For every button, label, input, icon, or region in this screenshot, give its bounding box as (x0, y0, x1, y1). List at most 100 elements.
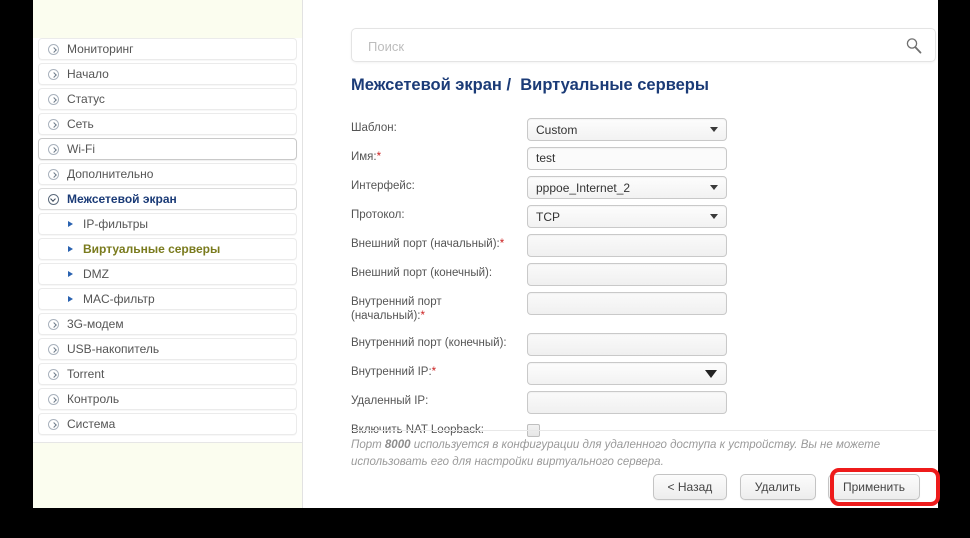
back-button[interactable]: < Назад (653, 474, 728, 500)
label-text: Интерфейс: (351, 180, 415, 192)
sidebar-item-label: Мониторинг (67, 39, 134, 60)
control-protocol: TCP (527, 205, 727, 228)
label-internal-ip: Внутренний IP:* (351, 365, 521, 379)
circle-chevron-down-icon (48, 194, 59, 205)
control-remote-ip (527, 391, 727, 414)
sidebar-item-6[interactable]: Межсетевой экран (38, 188, 297, 210)
sidebar-item-label: Дополнительно (67, 164, 153, 185)
required-marker: * (500, 238, 504, 250)
search-input[interactable] (366, 29, 890, 63)
sidebar-item-5[interactable]: Дополнительно (38, 163, 297, 185)
control-internal-port-end (527, 333, 727, 356)
select-internal-ip[interactable] (527, 362, 727, 385)
circle-chevron-right-icon (48, 344, 59, 355)
input-name[interactable] (527, 147, 727, 170)
form-row-protocol: Протокол: TCP (351, 205, 911, 227)
sidebar-item-label: MAC-фильтр (83, 289, 155, 310)
form-row-external-port-start: Внешний порт (начальный):* (351, 234, 911, 256)
label-protocol: Протокол: (351, 208, 521, 222)
form-row-internal-port-end: Внутренний порт (конечный): (351, 333, 911, 355)
port-note: Порт 8000 используется в конфигурации дл… (351, 437, 921, 471)
apply-button[interactable]: Применить (828, 474, 920, 500)
label-text: Шаблон: (351, 122, 397, 134)
input-internal-port-end[interactable] (527, 333, 727, 356)
control-external-port-end (527, 263, 727, 286)
label-external-port-start: Внешний порт (начальный):* (351, 237, 521, 251)
sidebar-item-label: Система (67, 414, 115, 435)
sidebar-item-label: DMZ (83, 264, 109, 285)
sidebar-item-7[interactable]: IP-фильтры (38, 213, 297, 235)
control-internal-ip (527, 362, 727, 385)
footer-divider (351, 430, 936, 431)
circle-chevron-right-icon (48, 119, 59, 130)
sidebar: Мониторинг Начало Статус Сеть Wi-Fi Дополните… (33, 0, 303, 508)
sidebar-item-15[interactable]: Система (38, 413, 297, 435)
circle-chevron-right-icon (48, 94, 59, 105)
label-external-port-end: Внешний порт (конечный): (351, 266, 521, 280)
virtual-server-form: Шаблон:CustomИмя:*Интерфейс:pppoe_Intern… (351, 118, 911, 449)
select-template[interactable]: Custom (527, 118, 727, 141)
sidebar-item-2[interactable]: Статус (38, 88, 297, 110)
control-external-port-start (527, 234, 727, 257)
form-buttons: < Назад Удалить Применить (645, 474, 920, 500)
sidebar-item-label: 3G-модем (67, 314, 124, 335)
note-part1: Порт (351, 439, 385, 451)
sidebar-item-1[interactable]: Начало (38, 63, 297, 85)
sidebar-item-11[interactable]: 3G-модем (38, 313, 297, 335)
label-text: Внутренний порт (конечный): (351, 337, 507, 349)
router-admin-page: Мониторинг Начало Статус Сеть Wi-Fi Дополните… (33, 0, 938, 508)
sidebar-item-label: USB-накопитель (67, 339, 159, 360)
delete-button[interactable]: Удалить (740, 474, 816, 500)
label-internal-port-start: Внутренний порт (начальный):* (351, 295, 481, 323)
sidebar-item-3[interactable]: Сеть (38, 113, 297, 135)
page-title-section: Межсетевой экран (351, 76, 502, 94)
search-icon[interactable] (905, 37, 923, 55)
sidebar-item-label: Межсетевой экран (67, 189, 177, 210)
label-name: Имя:* (351, 150, 521, 164)
sidebar-item-label: Статус (67, 89, 105, 110)
select-wrapper-internal-ip (527, 362, 727, 385)
label-remote-ip: Удаленный IP: (351, 394, 521, 408)
arrow-right-icon (68, 296, 73, 302)
sidebar-item-label: Torrent (67, 364, 104, 385)
search-box[interactable] (351, 28, 936, 62)
form-row-remote-ip: Удаленный IP: (351, 391, 911, 413)
circle-chevron-right-icon (48, 419, 59, 430)
sidebar-item-0[interactable]: Мониторинг (38, 38, 297, 60)
note-part2: используется в конфигурации для удаленно… (351, 439, 880, 468)
circle-chevron-right-icon (48, 394, 59, 405)
sidebar-item-13[interactable]: Torrent (38, 363, 297, 385)
control-template: Custom (527, 118, 727, 141)
form-row-internal-port-start: Внутренний порт (начальный):* (351, 292, 911, 326)
input-external-port-start[interactable] (527, 234, 727, 257)
sidebar-item-label: Виртуальные серверы (83, 239, 220, 260)
required-marker: * (377, 151, 381, 163)
sidebar-item-9[interactable]: DMZ (38, 263, 297, 285)
note-port-number: 8000 (385, 439, 411, 451)
screenshot-root: Мониторинг Начало Статус Сеть Wi-Fi Дополните… (0, 0, 970, 538)
sidebar-item-10[interactable]: MAC-фильтр (38, 288, 297, 310)
input-internal-port-start[interactable] (527, 292, 727, 315)
label-text: Имя: (351, 151, 377, 163)
label-text: Внутренний IP: (351, 366, 432, 378)
label-text: Внешний порт (конечный): (351, 267, 492, 279)
sidebar-item-8[interactable]: Виртуальные серверы (38, 238, 297, 260)
sidebar-item-14[interactable]: Контроль (38, 388, 297, 410)
input-remote-ip[interactable] (527, 391, 727, 414)
control-internal-port-start (527, 292, 727, 315)
form-row-name: Имя:* (351, 147, 911, 169)
circle-chevron-right-icon (48, 144, 59, 155)
select-protocol[interactable]: TCP (527, 205, 727, 228)
label-text: Протокол: (351, 209, 405, 221)
label-text: Внутренний порт (начальный): (351, 296, 442, 322)
form-row-template: Шаблон: Custom (351, 118, 911, 140)
select-wrapper-interface: pppoe_Internet_2 (527, 176, 727, 199)
select-interface[interactable]: pppoe_Internet_2 (527, 176, 727, 199)
circle-chevron-right-icon (48, 69, 59, 80)
sidebar-item-label: Wi-Fi (67, 139, 95, 160)
control-name (527, 147, 727, 170)
arrow-right-icon (68, 221, 73, 227)
sidebar-item-4[interactable]: Wi-Fi (38, 138, 297, 160)
sidebar-item-12[interactable]: USB-накопитель (38, 338, 297, 360)
input-external-port-end[interactable] (527, 263, 727, 286)
